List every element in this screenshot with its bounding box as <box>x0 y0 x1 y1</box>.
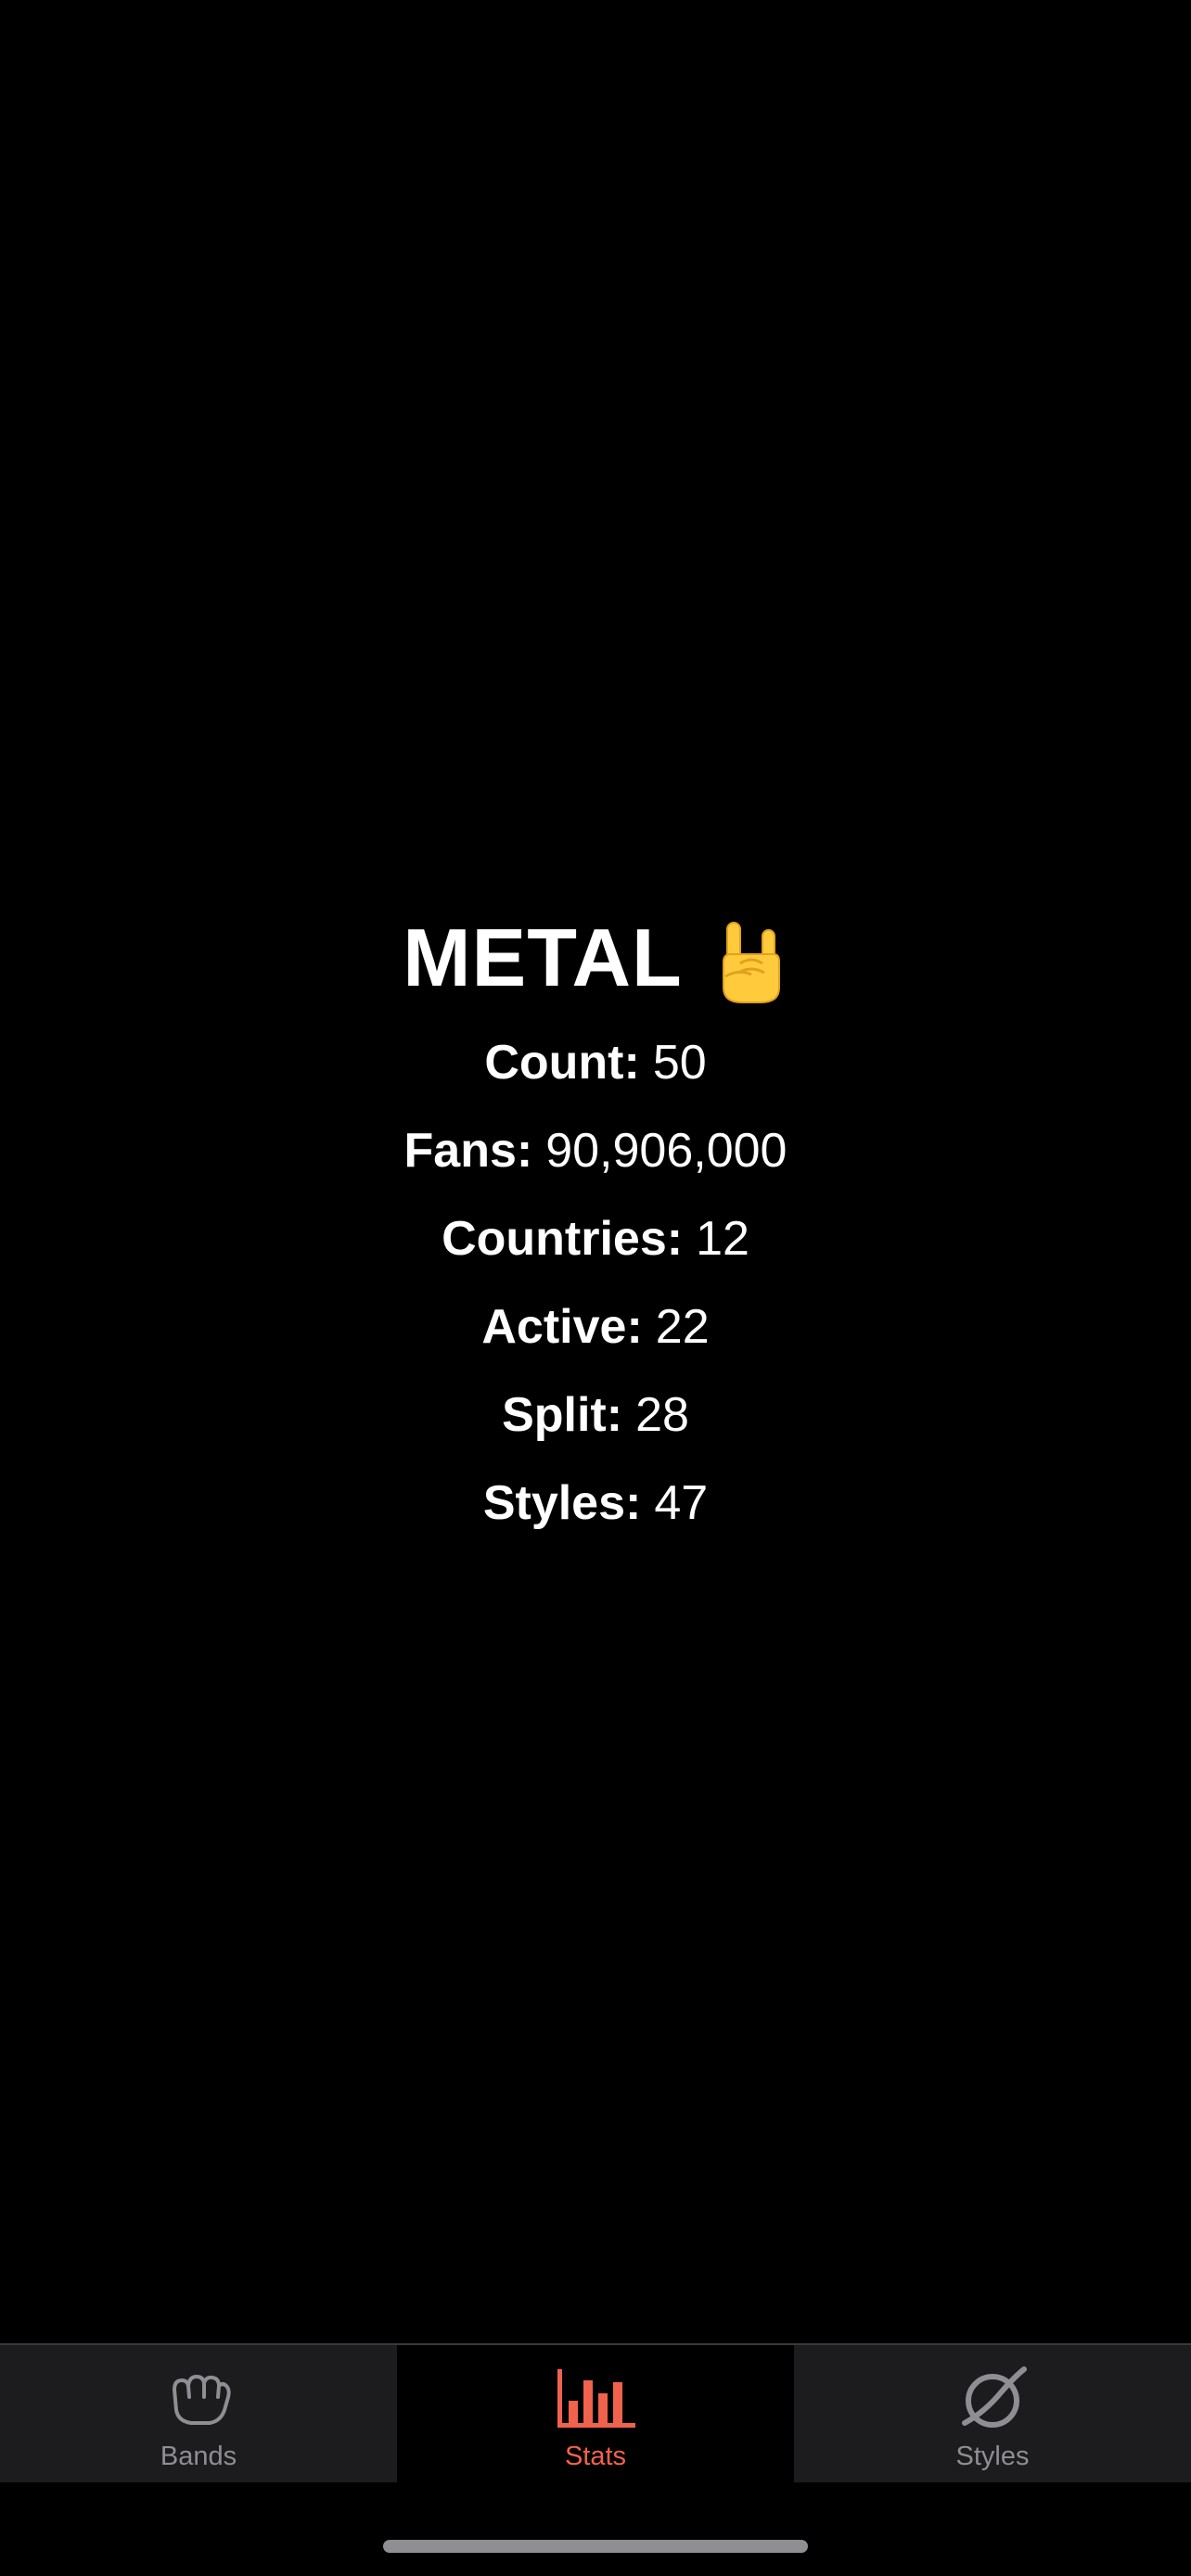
stat-value: 47 <box>654 1475 709 1530</box>
tab-label: Styles <box>955 2442 1030 2471</box>
stat-value: 50 <box>652 1035 707 1090</box>
planet-ring-icon <box>951 2364 1034 2434</box>
stat-active: Active: 22 <box>481 1282 709 1371</box>
stat-styles: Styles: 47 <box>483 1459 708 1547</box>
stat-countries: Countries: 12 <box>442 1194 749 1282</box>
stat-label: Split: <box>502 1387 623 1442</box>
stat-label: Count: <box>484 1035 640 1090</box>
stat-split: Split: 28 <box>502 1371 689 1459</box>
tab-bar: Bands Stats Styles <box>0 2343 1191 2482</box>
tab-label: Stats <box>564 2442 627 2471</box>
fist-icon <box>157 2364 240 2434</box>
stat-label: Active: <box>481 1299 643 1354</box>
stat-label: Countries: <box>442 1211 684 1266</box>
stat-value: 12 <box>696 1211 749 1266</box>
rock-hand-icon <box>714 915 788 1008</box>
stat-value: 28 <box>635 1387 689 1442</box>
stat-label: Fans: <box>403 1123 533 1178</box>
stat-value: 22 <box>655 1299 710 1354</box>
tab-styles[interactable]: Styles <box>794 2345 1191 2482</box>
bar-chart-icon <box>554 2364 637 2434</box>
genre-title: METAL <box>403 898 788 1018</box>
stats-panel: METAL Count: 50 Fans: 90,906,000 Countri… <box>0 898 1191 1547</box>
tab-bands[interactable]: Bands <box>0 2345 397 2482</box>
stat-value: 90,906,000 <box>545 1123 788 1178</box>
stat-count: Count: 50 <box>484 1018 706 1106</box>
genre-title-text: METAL <box>403 912 683 1003</box>
tab-label: Bands <box>160 2442 237 2471</box>
home-indicator[interactable] <box>383 2540 808 2553</box>
stat-fans: Fans: 90,906,000 <box>404 1106 788 1194</box>
stat-label: Styles: <box>482 1475 642 1530</box>
tab-stats[interactable]: Stats <box>397 2345 794 2482</box>
